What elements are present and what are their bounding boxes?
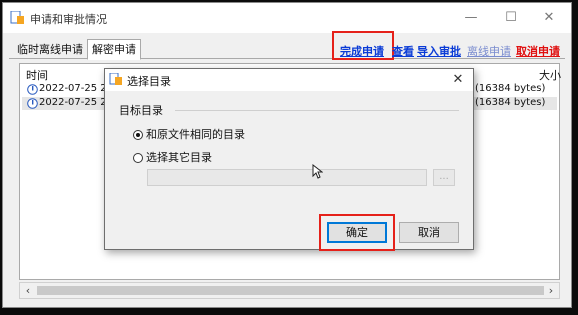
cancel-apply-link[interactable]: 取消申请	[516, 43, 560, 59]
target-directory-group-label: 目标目录	[119, 104, 163, 117]
import-approval-link[interactable]: 导入审批	[417, 43, 461, 59]
radio-same-directory[interactable]: 和原文件相同的目录	[133, 126, 245, 142]
tab-decrypt[interactable]: 解密申请	[87, 39, 141, 60]
radio-selected-icon[interactable]	[133, 130, 143, 140]
cancel-button[interactable]: 取消	[399, 222, 459, 243]
window-title: 申请和审批情况	[30, 13, 107, 26]
app-icon	[109, 73, 122, 85]
complete-apply-link[interactable]: 完成申请	[340, 43, 384, 59]
scroll-thumb[interactable]	[37, 286, 544, 295]
scroll-left-icon[interactable]: ‹	[20, 283, 36, 298]
close-button[interactable]: ✕	[533, 8, 565, 28]
info-clock-icon	[27, 84, 38, 95]
info-clock-icon	[27, 98, 38, 109]
horizontal-scrollbar[interactable]: ‹ ›	[19, 282, 560, 299]
scroll-right-icon[interactable]: ›	[543, 283, 559, 298]
dialog-title-bar: 选择目录 ✕	[105, 69, 473, 91]
title-bar: 申请和审批情况 — ☐ ✕	[3, 3, 571, 33]
dialog-title: 选择目录	[127, 75, 171, 88]
tab-temp-offline[interactable]: 临时离线申请	[13, 41, 87, 58]
radio-other-label: 选择其它目录	[146, 151, 212, 164]
column-header-size[interactable]: 大小	[539, 67, 561, 83]
mouse-cursor-icon	[312, 164, 323, 179]
dialog-close-icon[interactable]: ✕	[447, 71, 469, 89]
radio-unselected-icon[interactable]	[133, 153, 143, 163]
view-link[interactable]: 查看	[392, 43, 414, 59]
app-icon	[10, 11, 24, 24]
row-size: (16384 bytes)	[475, 83, 546, 94]
maximize-button[interactable]: ☐	[495, 8, 527, 28]
ok-button[interactable]: 确定	[327, 222, 387, 243]
select-directory-dialog: 选择目录 ✕ 目标目录 和原文件相同的目录 选择其它目录 ... 确定 取消	[104, 68, 474, 251]
radio-same-label: 和原文件相同的目录	[146, 128, 245, 141]
offline-apply-link[interactable]: 离线申请	[467, 43, 511, 59]
group-divider	[175, 110, 459, 111]
directory-path-input[interactable]	[147, 169, 427, 186]
minimize-button[interactable]: —	[455, 8, 487, 28]
browse-button[interactable]: ...	[433, 169, 455, 186]
radio-other-directory[interactable]: 选择其它目录	[133, 149, 212, 165]
column-header-time[interactable]: 时间	[26, 67, 48, 83]
row-size: (16384 bytes)	[475, 97, 546, 108]
